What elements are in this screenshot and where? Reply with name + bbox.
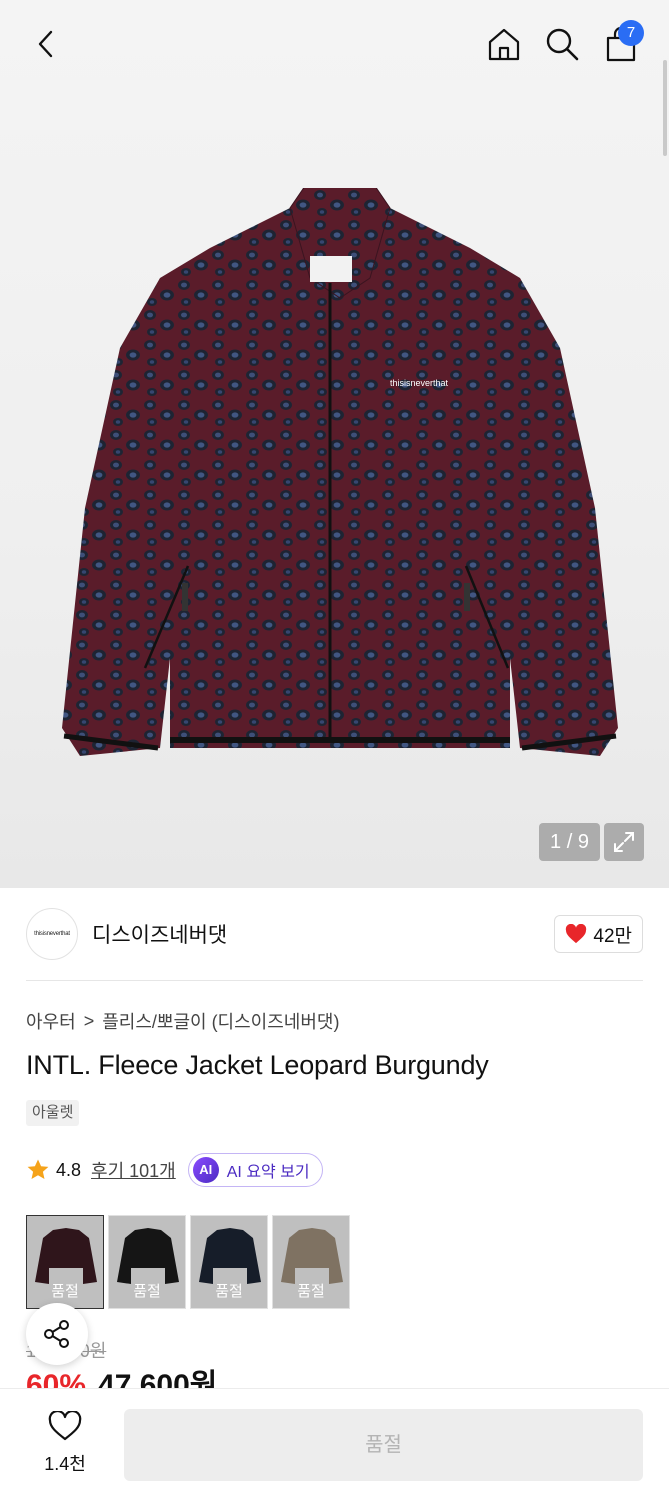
color-options: 품절 품절 품절 품절 bbox=[26, 1215, 350, 1309]
product-title: INTL. Fleece Jacket Leopard Burgundy bbox=[26, 1050, 489, 1080]
sold-out-label: 품절 bbox=[273, 1216, 349, 1308]
sold-out-buy-button[interactable]: 품절 bbox=[124, 1409, 643, 1481]
cart-count-badge: 7 bbox=[618, 20, 644, 46]
expand-icon bbox=[614, 832, 634, 852]
brand-like-count: 42만 bbox=[593, 925, 632, 947]
brand-logo[interactable]: thisisneverthat bbox=[26, 908, 78, 960]
home-button[interactable] bbox=[482, 22, 526, 66]
search-button[interactable] bbox=[540, 22, 584, 66]
back-button[interactable] bbox=[26, 24, 66, 64]
sold-out-label: 품절 bbox=[191, 1216, 267, 1308]
rating-row: 4.8 후기 101개 AI AI 요약 보기 bbox=[26, 1152, 323, 1188]
rating-score: 4.8 bbox=[56, 1159, 82, 1180]
bottom-action-bar: 1.4천 품절 bbox=[0, 1388, 669, 1500]
breadcrumb-item-outer[interactable]: 아우터 bbox=[26, 1008, 76, 1034]
color-option[interactable]: 품절 bbox=[26, 1215, 104, 1309]
sold-out-label: 품절 bbox=[27, 1216, 103, 1308]
share-icon bbox=[44, 1320, 69, 1348]
divider bbox=[26, 980, 643, 981]
sale-price: 47,600원 bbox=[98, 1369, 218, 1390]
expand-image-button[interactable] bbox=[604, 823, 644, 861]
color-option[interactable]: 품절 bbox=[272, 1215, 350, 1309]
chevron-left-icon bbox=[38, 30, 53, 58]
wishlist-count: 1.4천 bbox=[44, 1454, 86, 1474]
top-navigation-bar: 7 bbox=[0, 0, 669, 90]
breadcrumb-separator: > bbox=[83, 1010, 95, 1031]
breadcrumb: 아우터 > 플리스/뽀글이 (디스이즈네버댓) bbox=[26, 1008, 339, 1034]
jacket-logo-text: thisisneverthat bbox=[390, 378, 449, 388]
wishlist-button[interactable]: 1.4천 bbox=[30, 1409, 100, 1476]
search-icon bbox=[546, 28, 579, 61]
brand-row[interactable]: thisisneverthat 디스이즈네버댓 42만 bbox=[26, 908, 643, 960]
price-row: 60% 47,600원 bbox=[26, 1368, 217, 1390]
discount-rate: 60% bbox=[26, 1369, 87, 1390]
star-icon bbox=[27, 1159, 49, 1179]
product-photo: thisisneverthat bbox=[62, 188, 618, 756]
home-icon bbox=[488, 28, 520, 61]
ai-summary-button[interactable]: AI AI 요약 보기 bbox=[187, 1153, 323, 1187]
outlet-tag: 아울렛 bbox=[26, 1100, 80, 1126]
heart-filled-icon bbox=[566, 924, 587, 944]
share-button[interactable] bbox=[26, 1303, 88, 1365]
ai-summary-label: AI 요약 보기 bbox=[226, 1164, 310, 1181]
color-option[interactable]: 품절 bbox=[108, 1215, 186, 1309]
brand-logo-text: thisisneverthat bbox=[34, 931, 70, 937]
sold-out-label: 품절 bbox=[109, 1216, 185, 1308]
cart-button[interactable]: 7 bbox=[598, 20, 644, 66]
image-pager: 1 / 9 bbox=[539, 823, 600, 861]
ai-badge-icon: AI bbox=[192, 1157, 219, 1183]
breadcrumb-item-fleece[interactable]: 플리스/뽀글이 (디스이즈네버댓) bbox=[102, 1008, 339, 1034]
color-option[interactable]: 품절 bbox=[190, 1215, 268, 1309]
heart-outline-icon bbox=[48, 1409, 82, 1441]
brand-like-button[interactable]: 42만 bbox=[554, 915, 643, 953]
scrollbar[interactable] bbox=[663, 60, 667, 156]
product-image-gallery[interactable]: 7 thisisneverthat 1 / 9 bbox=[0, 0, 669, 888]
review-link[interactable]: 후기 101개 bbox=[91, 1157, 176, 1183]
brand-name[interactable]: 디스이즈네버댓 bbox=[92, 919, 227, 949]
